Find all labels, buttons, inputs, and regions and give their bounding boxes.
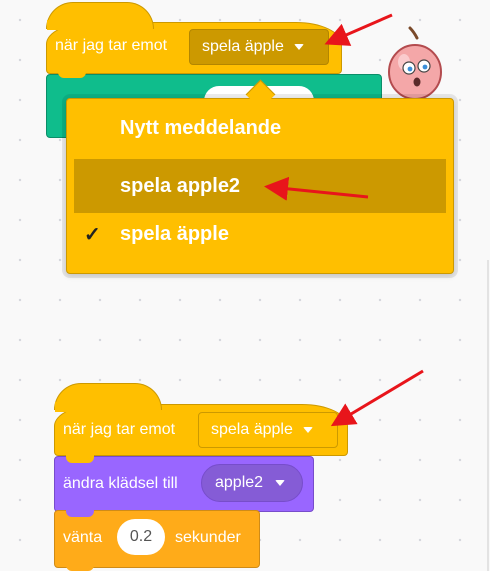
arrow-top	[324, 13, 393, 46]
arrow-bottom	[330, 369, 424, 427]
annotation-arrows	[264, 13, 424, 427]
arrow-middle	[264, 176, 369, 201]
